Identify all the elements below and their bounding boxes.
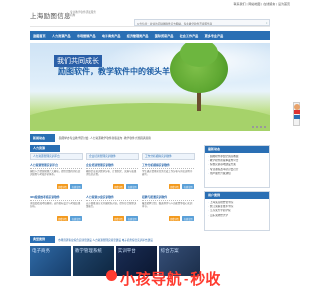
logo-name: 上海励图信息 [30,12,71,20]
section-title-hr[interactable]: 人力资源 [30,145,60,152]
product-description: 多维度绩效考核模拟，支持指标设计与考核结果分析。 [30,202,81,209]
nav-item-home[interactable]: 励图首页 [30,33,49,38]
notice-bar: 公告信息：欢迎访问励图软件官方网站，专业教学软件开发服务商 × [134,19,270,26]
banner-dot[interactable] [259,125,262,128]
product-title[interactable]: 360度绩效考核实训软件 [30,195,82,201]
product-card: 360度绩效考核实训软件 多维度绩效考核模拟，支持指标设计与考核结果分析。 查看… [30,195,82,222]
details-button[interactable]: 查看详情 [168,184,181,190]
banner-hills [30,103,270,131]
product-card: 招聘与配置实训软件 覆盖招聘计划、甄选测评与人员配置等核心实训环节。 查看详情 … [142,195,194,222]
case-thumbnail[interactable]: 电子商务 [30,246,72,276]
side-user-item[interactable]: 山东某财经大学 [208,214,266,218]
details-button[interactable]: 查看详情 [168,216,181,222]
watermark-separator: - [184,271,189,286]
product-description: 以沙盘推演方式开展团队对抗，提升综合管理决策能力。 [86,202,137,209]
side-news-title[interactable]: 最新动态 [205,146,269,153]
trial-button[interactable]: 在线试用 [70,184,82,190]
trial-button[interactable]: 在线试用 [70,216,82,222]
product-title[interactable]: 工作分析模拟实训软件 [142,163,194,169]
product-description: 覆盖招聘计划、甄选测评与人员配置等核心实训环节。 [142,202,193,209]
banner-slogan: 励图软件，教学软件中的领头羊 [58,66,170,76]
hero-banner[interactable]: 我们共同成长 励图软件，教学软件中的领头羊 [30,43,270,131]
case-bar: 典型案例 市场营销专业综合实训室建设 人力资源管理实验室建设 电子商务综合实训平… [30,236,270,243]
product-card: 人力资源管理实训平台 围绕人力资源管理六大模块，提供完整的岗位实训流程与考核评价… [30,163,82,190]
trial-button[interactable]: 在线试用 [182,184,194,190]
top-link-separator: | [276,2,277,6]
banner-dot[interactable] [263,125,266,128]
top-link-separator: | [246,2,248,6]
top-link-sitemap[interactable]: 网站地图 [248,2,260,6]
news-ticker: 新闻动态 ·励图举办专业教学研讨会 ·人力资源教学软件新版发布 ·教学软件大赛圆… [30,134,270,142]
watermark: 小孩导航 - 秒收 [106,268,221,289]
details-button[interactable]: 查看详情 [56,184,69,190]
details-button[interactable]: 查看详情 [112,184,125,190]
trial-button[interactable]: 在线试用 [182,216,194,222]
trial-button[interactable]: 在线试用 [126,216,138,222]
tab-hr-platform[interactable]: 人力资源管理实训平台 [30,153,83,160]
top-link-contact[interactable]: 联系我们 [234,2,246,6]
banner-pager [251,125,266,128]
case-links[interactable]: 市场营销专业综合实训室建设 人力资源管理实验室建设 电子商务综合实训平台建设 [55,238,153,242]
tab-job-analysis[interactable]: 工作分析模拟实训软件 [142,153,195,160]
side-users-title[interactable]: 用户案例 [205,192,269,199]
nav-item-hr[interactable]: 人力资源产品 [49,33,74,38]
product-description: 学生通过情景化任务完成工作分析与岗位说明书编写。 [142,170,193,177]
header-divider [30,26,270,27]
nav-item-trade[interactable]: 国际贸易产品 [152,33,177,38]
watermark-logo-icon [106,270,117,281]
close-icon[interactable]: × [266,21,268,25]
trial-button[interactable]: 在线试用 [126,184,138,190]
nav-item-economics[interactable]: 经济管理类产品 [124,33,152,38]
watermark-main-text: 小孩导航 [120,270,183,288]
product-title[interactable]: 人力资源管理实训平台 [30,163,82,169]
news-label: 新闻动态 [30,134,55,142]
details-button[interactable]: 查看详情 [56,216,69,222]
top-bar: 联系我们 | 网站地图 | 在线留言 | 设为首页 [0,0,300,10]
floating-service-bar [293,102,300,126]
logo-tagline: 专业教学软件研发服务机构 [70,11,96,17]
top-link-message[interactable]: 在线留言 [263,2,275,6]
side-news-box: 最新动态 励图软件参加全国高教展 教学软件新版本发布公告 院校实训基地建设方案 … [204,145,270,188]
nav-item-ecommerce[interactable]: 电子商务产品 [99,33,124,38]
watermark-secondary-text: 秒收 [190,270,221,288]
product-card: 人力资源沙盘实训软件 以沙盘推演方式开展团队对抗，提升综合管理决策能力。 查看详… [86,195,138,222]
top-link-separator: | [261,2,263,6]
product-card: 工作分析模拟实训软件 学生通过情景化任务完成工作分析与岗位说明书编写。 查看详情… [142,163,194,190]
nav-item-more[interactable]: 更多专业产品 [201,33,226,38]
main-nav: 励图首页 人力资源产品 市场营销产品 电子商务产品 经济管理类产品 国际贸易产品… [30,31,270,40]
product-description: 模拟企业培训需求分析、计划制定、实施与效果评估全过程。 [86,170,137,177]
nav-item-social-work[interactable]: 社会工作产品 [177,33,202,38]
online-chat-icon[interactable] [294,110,300,114]
details-button[interactable]: 查看详情 [112,216,125,222]
product-title[interactable]: 企业培训管理实训软件 [86,163,138,169]
side-users-box: 用户案例 上海某高校经管学院 浙江某职业技术学院 江苏某大学商学院 山东某财经大… [204,191,270,231]
qq-contact-icon[interactable] [294,114,300,119]
top-links: 联系我们 | 网站地图 | 在线留言 | 设为首页 [234,2,290,6]
product-card: 企业培训管理实训软件 模拟企业培训需求分析、计划制定、实施与效果评估全过程。 查… [86,163,138,190]
customer-service-avatar-icon[interactable] [294,103,300,110]
product-title[interactable]: 人力资源沙盘实训软件 [86,195,138,201]
nav-item-marketing[interactable]: 市场营销产品 [74,33,99,38]
side-news-item[interactable]: 用户服务升级通知 [208,172,266,176]
site-logo[interactable]: 上海励图信息 专业教学软件研发服务机构 [30,10,100,26]
top-link-homepage[interactable]: 设为首页 [278,2,290,6]
banner-dot[interactable] [255,125,258,128]
case-label: 典型案例 [30,236,55,243]
product-description: 围绕人力资源管理六大模块，提供完整的岗位实训流程与考核评价体系。 [30,170,81,177]
news-text[interactable]: ·励图举办专业教学研讨会 ·人力资源教学软件新版发布 ·教学软件大赛圆满落幕 [55,136,151,140]
banner-dot[interactable] [251,125,254,128]
product-title[interactable]: 招聘与配置实训软件 [142,195,194,201]
tab-training[interactable]: 企业培训管理实训软件 [86,153,139,160]
